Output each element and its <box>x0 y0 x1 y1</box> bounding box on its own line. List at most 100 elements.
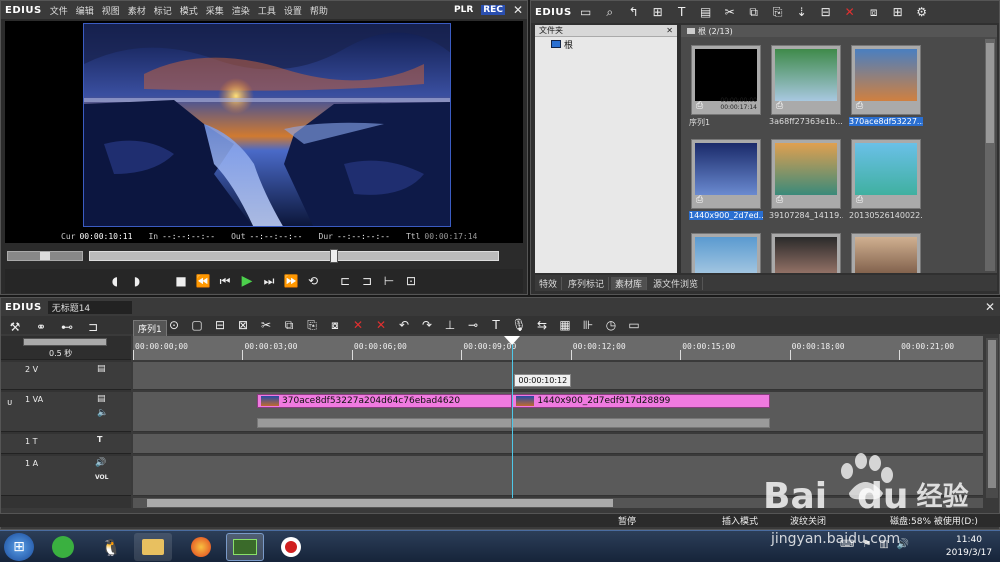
output-icon[interactable]: ⊡ <box>401 271 421 291</box>
link-icon[interactable]: ⊷ <box>57 317 77 337</box>
track-1va[interactable]: 370ace8df53227a204d64c76ebad4620 1440x900… <box>133 392 983 432</box>
cut-icon[interactable]: ✂ <box>256 315 276 335</box>
play-icon[interactable]: ▶ <box>237 271 257 291</box>
close-icon[interactable]: ✕ <box>513 3 523 17</box>
clip-name[interactable]: 1440x900_2d7ed... <box>689 211 763 220</box>
stop-icon[interactable]: ■ <box>171 271 191 291</box>
taskbar-app-qq[interactable]: 🐧 <box>92 533 130 561</box>
undo-icon[interactable]: ↶ <box>394 315 414 335</box>
set-in-icon[interactable]: ◖ <box>105 271 125 291</box>
settings-icon[interactable]: ⚙ <box>912 2 932 22</box>
add-marker-icon[interactable]: ⊥ <box>440 315 460 335</box>
clip-name[interactable]: 39107284_14119... <box>769 211 843 220</box>
folder-root-item[interactable]: 根 <box>535 37 677 51</box>
folder-icon[interactable]: ▭ <box>576 2 596 22</box>
close-icon[interactable]: ✕ <box>666 26 673 35</box>
set-marker-icon[interactable]: ⊸ <box>463 315 483 335</box>
clip-thumbnail[interactable]: ⎙ <box>771 45 841 115</box>
clip-scrollbar[interactable] <box>985 39 995 271</box>
tab-sequence-markers[interactable]: 序列标记 <box>564 276 610 290</box>
clip-thumbnail[interactable]: ⎙ <box>771 233 841 273</box>
clip-name[interactable]: 20130526140022... <box>849 211 923 220</box>
delete-icon[interactable]: ✕ <box>840 2 860 22</box>
overwrite-to-timeline-icon[interactable]: ⊐ <box>357 271 377 291</box>
clip-thumbnail[interactable]: ⎙ <box>771 139 841 209</box>
color-bar-icon[interactable]: ▤ <box>696 2 716 22</box>
redo-icon[interactable]: ↷ <box>417 315 437 335</box>
mic-icon[interactable]: 🎙 <box>509 315 529 335</box>
taskbar-app-explorer[interactable] <box>134 533 172 561</box>
fast-forward-icon[interactable]: ⏩ <box>281 271 301 291</box>
copy-icon[interactable]: ⧉ <box>279 315 299 335</box>
save-project-icon[interactable]: ⊠ <box>233 315 253 335</box>
rec-toggle[interactable]: REC <box>481 5 505 15</box>
tab-bin[interactable]: 素材库 <box>611 276 648 290</box>
close-icon[interactable]: ✕ <box>985 300 995 314</box>
track-header-1va[interactable]: ᴜ 1 VA ▤ 🔈 <box>1 392 131 432</box>
paste-icon[interactable]: ⎘ <box>768 2 788 22</box>
menu-marker[interactable]: 标记 <box>154 4 172 17</box>
playhead-handle[interactable] <box>504 336 521 345</box>
position-slider[interactable] <box>89 249 499 263</box>
step-forward-icon[interactable]: ⏭ <box>259 271 279 291</box>
sync-lock-icon[interactable]: ⚭ <box>31 317 51 337</box>
clip-name[interactable]: 序列1 <box>689 117 763 128</box>
copy-icon[interactable]: ⧉ <box>744 2 764 22</box>
open-project-icon[interactable]: ⊟ <box>210 315 230 335</box>
clip-thumbnail[interactable]: ⎙ 00:00:00:00 00:00:17:14 <box>691 45 761 115</box>
position-slider-thumb[interactable] <box>330 249 338 263</box>
replace-icon[interactable]: ⧇ <box>325 315 345 335</box>
title-icon[interactable]: T <box>486 315 506 335</box>
mixer-icon[interactable]: ⊪ <box>578 315 598 335</box>
taskbar-app-firefox[interactable] <box>182 533 220 561</box>
cut-icon[interactable]: ✂ <box>720 2 740 22</box>
menu-mode[interactable]: 模式 <box>180 4 198 17</box>
properties-icon[interactable]: ⊟ <box>816 2 836 22</box>
menu-view[interactable]: 视图 <box>102 4 120 17</box>
render-icon[interactable]: ⇆ <box>532 315 552 335</box>
title-icon[interactable]: T <box>672 2 692 22</box>
start-button[interactable]: ⊞ <box>4 533 34 561</box>
step-back-icon[interactable]: ⏮ <box>215 271 235 291</box>
menu-settings[interactable]: 设置 <box>284 4 302 17</box>
clip-name[interactable]: 370ace8df53227... <box>849 117 923 126</box>
sync-icon[interactable]: ᴜ <box>7 398 12 408</box>
tab-effects[interactable]: 特效 <box>535 276 563 290</box>
clip-thumbnail[interactable]: ⎙ <box>851 139 921 209</box>
zoom-label[interactable]: 0.5 秒 <box>49 348 72 359</box>
loop-icon[interactable]: ⟲ <box>303 271 323 291</box>
clip-name[interactable]: 3a68ff27363e1b... <box>769 117 843 126</box>
grid-icon[interactable]: ▦ <box>555 315 575 335</box>
menu-tools[interactable]: 工具 <box>258 4 276 17</box>
track-header-2v[interactable]: 2 V ▤ <box>1 362 131 390</box>
snapshot-icon[interactable]: ⊙ <box>164 315 184 335</box>
clock-icon[interactable]: ◷ <box>601 315 621 335</box>
clip-thumbnail[interactable]: ⎙ <box>851 45 921 115</box>
menu-render[interactable]: 渲染 <box>232 4 250 17</box>
trim-icon[interactable]: ⊢ <box>379 271 399 291</box>
add-to-timeline-icon[interactable]: ⇣ <box>792 2 812 22</box>
menu-help[interactable]: 帮助 <box>310 4 328 17</box>
plr-toggle[interactable]: PLR <box>454 5 473 15</box>
sequence-icon[interactable]: ⧈ <box>864 2 884 22</box>
new-sequence-icon[interactable]: ▢ <box>187 315 207 335</box>
paste-icon[interactable]: ⎘ <box>302 315 322 335</box>
timeline-clip[interactable]: 1440x900_2d7edf917d28899 <box>512 394 771 408</box>
insert-to-timeline-icon[interactable]: ⊏ <box>335 271 355 291</box>
clip-thumbnail[interactable]: ⎙ <box>851 233 921 273</box>
rewind-icon[interactable]: ⏪ <box>193 271 213 291</box>
menu-edit[interactable]: 编辑 <box>76 4 94 17</box>
view-mode-icon[interactable]: ⊞ <box>888 2 908 22</box>
taskbar-app-browser[interactable] <box>44 533 82 561</box>
timeline-clip[interactable]: 370ace8df53227a204d64c76ebad4620 <box>257 394 513 408</box>
layout-icon[interactable]: ▭ <box>624 315 644 335</box>
ripple-delete-icon[interactable]: ✕ <box>371 315 391 335</box>
group-icon[interactable]: ⊐ <box>83 317 103 337</box>
search-icon[interactable]: ⌕ <box>600 2 620 22</box>
clip-thumbnail[interactable]: ⎙ <box>691 139 761 209</box>
taskbar-app-recorder[interactable] <box>272 533 310 561</box>
track-header-1a[interactable]: 1 A 🔊 VOL <box>1 456 131 496</box>
clip-thumbnail[interactable]: ⎙ <box>691 233 761 273</box>
delete-icon[interactable]: ✕ <box>348 315 368 335</box>
shuttle-slider[interactable] <box>7 251 83 261</box>
